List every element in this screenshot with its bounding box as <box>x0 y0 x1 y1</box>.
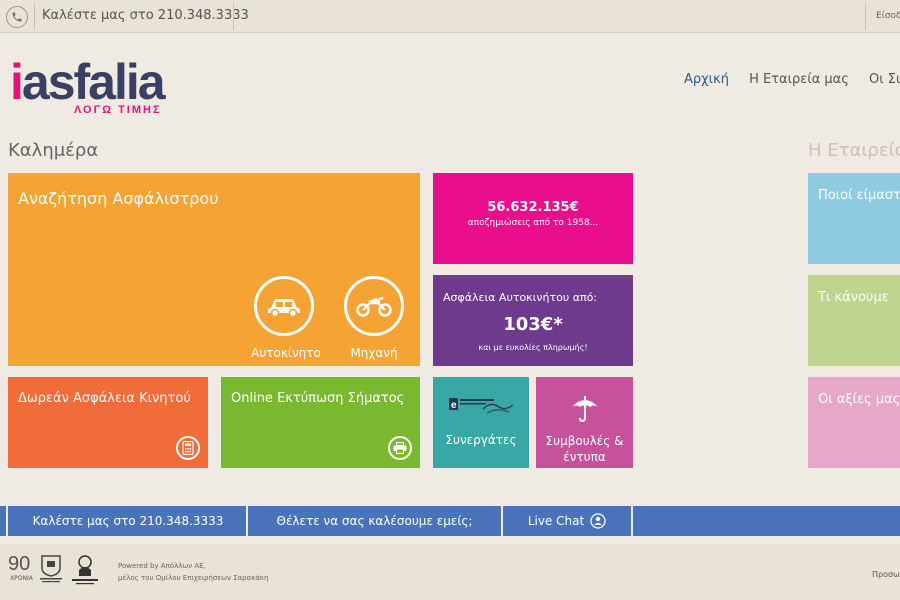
greeting-heading: Καλημέρα <box>8 140 99 161</box>
chat-icon <box>590 513 606 529</box>
claims-tile[interactable]: 56.632.135€ αποζημιώσεις από το 1958... <box>433 173 633 264</box>
partners-label: Συνεργάτες <box>445 433 517 447</box>
print-sticker-tile[interactable]: Online Εκτύπωση Σήματος <box>221 377 420 468</box>
who-we-are-tile[interactable]: Ποιοί είμαστε <box>808 173 900 264</box>
nav-item-company[interactable]: Η Εταιρεία μας <box>749 72 849 87</box>
live-chat-label: Live Chat <box>527 514 585 528</box>
powered-by-text: Powered by Απόλλων ΑΕ, μέλος του Ομίλου … <box>118 560 269 584</box>
nav-item-home[interactable]: Αρχική <box>684 72 729 87</box>
car-icon <box>268 299 300 317</box>
footer: 90 ΧΡΟΝΙΑ Powered by Απόλλων ΑΕ, μέλος τ… <box>0 544 900 600</box>
car-label: Αυτοκίνητο <box>251 346 321 360</box>
motorcycle-label: Μηχανή <box>350 346 398 360</box>
top-divider <box>233 3 234 30</box>
print-sticker-title: Online Εκτύπωση Σήματος <box>231 391 405 406</box>
our-values-title: Οι αξίες μας <box>818 392 900 407</box>
top-divider <box>865 3 866 30</box>
callback-button[interactable]: Θέλετε να σας καλέσουμε εμείς; <box>248 506 501 536</box>
search-premium-title: Αναζήτηση Ασφάλιστρου <box>18 189 219 208</box>
powered-line-2: μέλος του Ομίλου Επιχειρήσεων Σαρακάκη <box>118 574 269 582</box>
our-values-tile[interactable]: Οι αξίες μας <box>808 377 900 468</box>
car-price-tile[interactable]: Ασφάλεια Αυτοκινήτου από: 103€* και με ε… <box>433 275 633 366</box>
advice-tile[interactable]: Συμβουλές & έντυπα <box>536 377 633 468</box>
car-button[interactable] <box>254 276 314 336</box>
partners-tile[interactable]: e Συνεργάτες <box>433 377 529 468</box>
top-call-text: Καλέστε μας στο 210.348.3333 <box>42 8 249 23</box>
partner-logo-icon: e <box>449 398 514 414</box>
top-divider <box>34 3 35 30</box>
motorcycle-button[interactable] <box>344 276 404 336</box>
logo-name: asfalia <box>21 54 166 110</box>
logo-wordmark: iasfalia <box>10 54 166 110</box>
years-label: ΧΡΟΝΙΑ <box>10 575 33 582</box>
claims-text: αποζημιώσεις από το 1958... <box>467 218 599 228</box>
who-we-are-title: Ποιοί είμαστε <box>818 188 900 203</box>
powered-line-1: Powered by Απόλλων ΑΕ, <box>118 562 206 570</box>
logo-i: i <box>10 54 24 110</box>
call-us-button[interactable]: Καλέστε μας στο 210.348.3333 <box>8 506 248 536</box>
svg-text:e: e <box>451 400 457 411</box>
car-price-note: και με ευκολίες πληρωμής! <box>478 343 588 352</box>
advice-label: Συμβουλές & έντυπα <box>545 434 624 464</box>
login-link[interactable]: Είσοδ <box>876 11 900 21</box>
live-chat-button[interactable]: Live Chat <box>503 506 631 536</box>
main-nav: Αρχική Η Εταιρεία μας Οι Συνεργά <box>684 72 900 87</box>
company-heading: Η Εταιρεία <box>808 140 900 161</box>
nav-item-partners[interactable]: Οι Συνεργά <box>869 72 900 87</box>
phone-icon[interactable] <box>6 6 28 28</box>
group-emblem-icon <box>40 555 62 583</box>
logo-tagline: ΛΟΓΩ ΤΙΜΗΣ <box>74 104 162 116</box>
printer-icon <box>388 436 412 460</box>
mobile-insurance-tile[interactable]: Δωρεάν Ασφάλεια Κινητού <box>8 377 208 468</box>
search-premium-tile[interactable]: Αναζήτηση Ασφάλιστρου Αυτοκίνητο Μηχανή <box>8 173 420 366</box>
bar-divider <box>631 506 633 536</box>
accessibility-link[interactable]: Προσω <box>872 570 900 579</box>
claims-amount: 56.632.135€ <box>487 200 579 215</box>
car-price-heading: Ασφάλεια Αυτοκινήτου από: <box>443 291 598 304</box>
what-we-do-tile[interactable]: Τι κάνουμε <box>808 275 900 366</box>
motorcycle-icon <box>356 296 392 317</box>
top-bar: Καλέστε μας στο 210.348.3333 Είσοδ <box>0 0 900 33</box>
years-number: 90 <box>8 553 31 575</box>
what-we-do-title: Τι κάνουμε <box>818 290 889 305</box>
calculator-icon <box>176 436 200 460</box>
contact-bar: Καλέστε μας στο 210.348.3333 Θέλετε να σ… <box>0 506 900 536</box>
mobile-insurance-title: Δωρεάν Ασφάλεια Κινητού <box>18 391 191 406</box>
car-price-value: 103€* <box>503 314 563 335</box>
site-logo[interactable]: iasfalia ΛΟΓΩ ΤΙΜΗΣ <box>10 57 180 119</box>
umbrella-icon <box>572 396 598 423</box>
apollon-logo-icon <box>72 555 98 585</box>
